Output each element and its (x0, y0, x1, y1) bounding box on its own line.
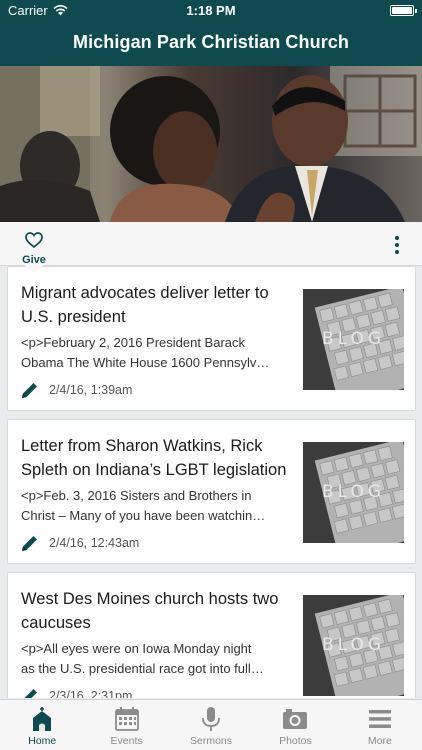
card-meta: 2/4/16, 12:43am (21, 534, 139, 552)
tab-label: Events (110, 735, 143, 747)
card-excerpt-line: <p>Feb. 3, 2016 Sisters and Brothers in (21, 488, 252, 503)
feed-card[interactable]: Letter from Sharon Watkins, Rick Spleth … (7, 419, 416, 564)
feed-card[interactable]: West Des Moines church hosts two caucuse… (7, 572, 416, 698)
action-bar: Give (0, 222, 422, 266)
page-title: Michigan Park Christian Church (72, 32, 350, 52)
news-feed[interactable]: Migrant advocates deliver letter to U.S.… (0, 266, 422, 698)
card-excerpt-line: Christ – Many of you have been watchin… (21, 508, 266, 523)
tab-bar: Home Events Sermons Photos More (0, 699, 422, 750)
hero-image (0, 66, 422, 222)
card-excerpt: <p>All eyes were on Iowa Monday night as… (21, 639, 296, 679)
tab-sermons[interactable]: Sermons (169, 700, 253, 750)
card-meta: 2/4/16, 1:39am (21, 381, 132, 399)
status-time: 1:18 PM (186, 3, 236, 18)
dot-icon (395, 236, 399, 240)
top-bar: Carrier 1:18 PM Michigan Park Christian … (0, 0, 422, 66)
status-bar: Carrier 1:18 PM (0, 0, 422, 22)
card-excerpt: <p>February 2, 2016 President Barack Oba… (21, 333, 296, 373)
card-title: West Des Moines church hosts two caucuse… (21, 590, 279, 632)
feed-card[interactable]: Migrant advocates deliver letter to U.S.… (7, 266, 416, 411)
tab-label: Photos (279, 735, 312, 747)
church-icon (33, 707, 52, 731)
tab-photos[interactable]: Photos (253, 700, 337, 750)
tab-events[interactable]: Events (84, 700, 168, 750)
card-excerpt-line: <p>All eyes were on Iowa Monday night (21, 641, 252, 656)
card-excerpt-line: <p>February 2, 2016 President Barack (21, 335, 246, 350)
card-excerpt-line: Obama The White House 1600 Pennsylv… (21, 355, 270, 370)
tab-label: Sermons (190, 735, 233, 747)
blog-thumbnail: BLOG (303, 442, 404, 543)
card-excerpt: <p>Feb. 3, 2016 Sisters and Brothers in … (21, 486, 296, 526)
pencil-icon (22, 383, 37, 398)
card-title: Migrant advocates deliver letter to U.S.… (21, 284, 269, 326)
calendar-icon (114, 707, 139, 731)
card-meta: 2/3/16, 2:31pm (21, 687, 132, 698)
card-date: 2/3/16, 2:31pm (49, 689, 133, 698)
tab-more[interactable]: More (338, 700, 422, 750)
microphone-icon (202, 707, 220, 731)
pencil-icon (22, 536, 37, 551)
thumbnail-label: BLOG (321, 482, 386, 502)
card-title: Letter from Sharon Watkins, Rick Spleth … (21, 437, 287, 479)
tab-home[interactable]: Home (0, 700, 85, 750)
camera-icon (283, 709, 308, 729)
card-excerpt-line: as the U.S. presidential race got into f… (21, 661, 264, 676)
card-date: 2/4/16, 1:39am (49, 383, 133, 397)
give-button[interactable]: Give (14, 232, 54, 266)
tab-label: Home (28, 735, 57, 747)
card-date: 2/4/16, 12:43am (49, 536, 140, 550)
blog-thumbnail: BLOG (303, 595, 404, 696)
dot-icon (395, 243, 399, 247)
pencil-icon (24, 689, 37, 698)
thumbnail-label: BLOG (321, 635, 386, 655)
thumbnail-label: BLOG (321, 329, 386, 349)
dot-icon (395, 250, 399, 254)
battery-icon (390, 5, 417, 16)
heart-icon (25, 232, 43, 249)
more-options-button[interactable] (394, 236, 400, 254)
blog-thumbnail: BLOG (303, 289, 404, 390)
menu-icon (368, 710, 391, 728)
tab-label: More (367, 735, 392, 747)
give-pointer-arrow (24, 265, 44, 273)
